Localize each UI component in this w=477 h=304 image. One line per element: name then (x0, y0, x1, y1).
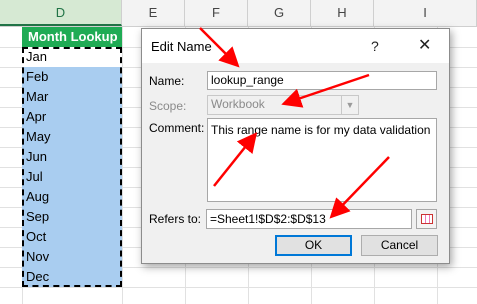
cell-d12[interactable]: Nov (22, 247, 122, 267)
cell-d7[interactable]: Jun (22, 147, 122, 167)
column-header-e[interactable]: E (122, 0, 185, 26)
cell-d4[interactable]: Mar (22, 87, 122, 107)
cell-d6[interactable]: May (22, 127, 122, 147)
column-header-d[interactable]: D (0, 0, 122, 26)
name-input[interactable]: lookup_range (207, 71, 437, 90)
refers-to-label: Refers to: (149, 212, 202, 226)
comment-textarea[interactable]: This range name is for my data validatio… (207, 118, 437, 202)
scope-value: Workbook (211, 97, 265, 111)
close-icon[interactable]: ✕ (418, 35, 431, 55)
scope-label: Scope: (149, 99, 187, 113)
cell-d9[interactable]: Aug (22, 187, 122, 207)
scope-select: Workbook ▼ (207, 95, 359, 115)
column-header-f[interactable]: F (185, 0, 248, 26)
column-headers: D E F G H I (0, 0, 477, 27)
cell-d3[interactable]: Feb (22, 67, 122, 87)
ok-button[interactable]: OK (275, 235, 352, 256)
cell-d11[interactable]: Oct (22, 227, 122, 247)
refers-to-input[interactable]: =Sheet1!$D$2:$D$13 (206, 209, 412, 229)
column-header-i[interactable]: I (374, 0, 477, 26)
column-header-g[interactable]: G (248, 0, 311, 26)
cell-d13[interactable]: Dec (22, 267, 122, 287)
dialog-title: Edit Name (151, 39, 212, 54)
help-icon[interactable]: ? (371, 38, 379, 54)
edit-name-dialog: Edit Name ? ✕ Name: lookup_range Scope: … (141, 28, 450, 264)
collapse-dialog-button[interactable] (416, 209, 437, 229)
column-header-h[interactable]: H (311, 0, 374, 26)
cell-d8[interactable]: Jul (22, 167, 122, 187)
header-cell[interactable]: Month Lookup (22, 27, 122, 47)
cell-d5[interactable]: Apr (22, 107, 122, 127)
range-select-icon (421, 214, 433, 224)
cancel-button[interactable]: Cancel (361, 235, 438, 256)
cell-d10[interactable]: Sep (22, 207, 122, 227)
chevron-down-icon: ▼ (341, 96, 358, 114)
comment-label: Comment: (149, 121, 205, 135)
name-label: Name: (149, 74, 185, 88)
cell-d2[interactable]: Jan (22, 47, 122, 67)
dialog-titlebar[interactable]: Edit Name ? ✕ (142, 29, 449, 63)
